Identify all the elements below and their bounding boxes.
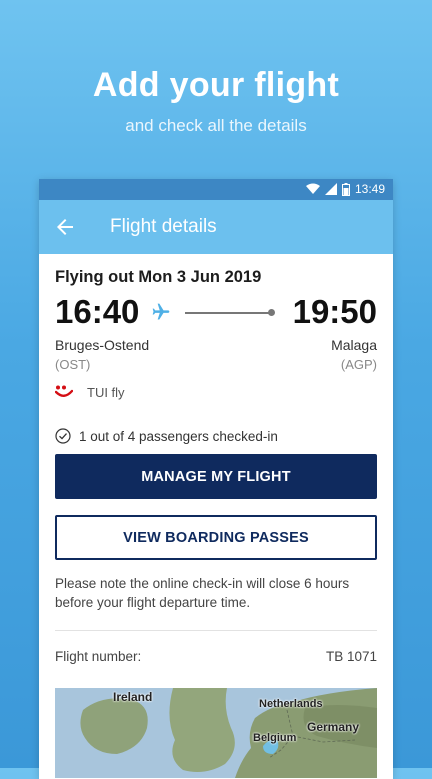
route-map[interactable]: Ireland Netherlands Germany Belgium [55,688,377,778]
arrival-airport: Malaga [331,337,377,353]
flight-number-row: Flight number: TB 1071 [55,649,377,664]
plane-icon [152,303,170,320]
departure-time: 16:40 [55,293,140,330]
map-label-ireland: Ireland [113,690,153,704]
route-line [185,312,271,314]
airports-row: Bruges-Ostend (OST) Malaga (AGP) [55,337,377,372]
promo-title: Add your flight [92,66,340,104]
departure-airport: Bruges-Ostend [55,337,150,353]
map-label-belgium: Belgium [253,732,297,744]
app-toolbar: Flight details [39,200,393,254]
departure-code: (OST) [55,357,91,372]
map-label-germany: Germany [307,720,360,734]
manage-flight-button[interactable]: MANAGE MY FLIGHT [55,454,377,499]
carrier-row: TUI fly [55,383,377,401]
arrival-time: 19:50 [292,293,377,330]
carrier-name: TUI fly [87,384,125,400]
battery-icon [341,182,350,196]
checkin-status-text: 1 out of 4 passengers checked-in [79,428,278,444]
divider [55,630,377,631]
check-circle-icon [55,428,71,444]
view-boarding-passes-button[interactable]: VIEW BOARDING PASSES [55,515,377,560]
signal-icon [324,183,337,195]
arrival-code: (AGP) [340,357,377,372]
map-label-netherlands: Netherlands [259,698,323,710]
wifi-icon [305,183,320,194]
checkin-note: Please note the online check-in will clo… [55,576,350,610]
route-end-dot [268,309,275,316]
promo-subtitle: and check all the details [125,116,307,135]
checkin-status: 1 out of 4 passengers checked-in [55,428,377,444]
phone-screen: 13:49 Flight details Flying out Mon 3 Ju… [39,179,393,779]
status-bar: 13:49 [39,179,393,200]
tui-logo-icon [55,385,73,397]
status-time: 13:49 [354,182,385,196]
flight-number-value: TB 1071 [325,649,377,664]
flight-times: 16:40 19:50 [55,293,377,333]
flight-heading: Flying out Mon 3 Jun 2019 [55,268,262,286]
flight-details-content: Flying out Mon 3 Jun 2019 16:40 19:50 Br… [39,268,393,778]
toolbar-title: Flight details [110,216,217,237]
arrow-left-icon[interactable] [53,215,77,239]
flight-number-label: Flight number: [55,649,142,664]
